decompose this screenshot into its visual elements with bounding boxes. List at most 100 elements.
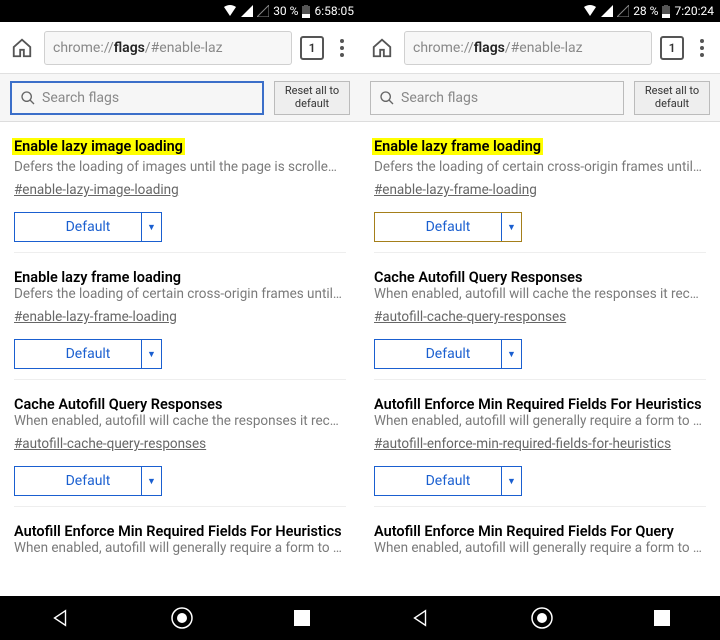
clock: 6:58:05 <box>314 4 354 18</box>
flag-desc: When enabled, autofill will cache the re… <box>14 413 346 429</box>
flag-item: Autofill Enforce Min Required Fields For… <box>374 507 706 570</box>
search-input[interactable]: Search flags <box>10 81 264 115</box>
search-placeholder: Search flags <box>401 90 478 106</box>
signal-icon <box>241 5 253 17</box>
search-placeholder: Search flags <box>42 90 119 106</box>
flag-select-value: Default <box>426 219 471 235</box>
battery-percent: 30 % <box>273 4 298 18</box>
reset-button[interactable]: Reset all to default <box>634 81 710 115</box>
flag-anchor[interactable]: #enable-lazy-frame-loading <box>374 182 537 198</box>
url-prefix: chrome:// <box>53 40 114 56</box>
tab-count[interactable]: 1 <box>660 36 684 60</box>
battery-icon <box>302 5 310 18</box>
flag-title: Cache Autofill Query Responses <box>374 269 582 286</box>
nav-bar <box>0 596 360 640</box>
omnibox[interactable]: chrome://flags/#enable-laz <box>404 31 652 65</box>
flag-title: Enable lazy frame loading <box>14 269 181 286</box>
chevron-down-icon: ▼ <box>141 213 161 241</box>
search-row: Search flags Reset all to default <box>0 74 360 122</box>
signal-icon-2 <box>257 5 269 17</box>
flag-item: Cache Autofill Query ResponsesWhen enabl… <box>374 253 706 380</box>
flag-item: Cache Autofill Query ResponsesWhen enabl… <box>14 380 346 507</box>
omnibox-row: chrome://flags/#enable-laz 1 <box>360 22 720 74</box>
flag-item: Enable lazy frame loadingDefers the load… <box>14 253 346 380</box>
flag-desc: When enabled, autofill will cache the re… <box>374 286 706 302</box>
recents-icon[interactable] <box>653 609 671 627</box>
home-icon[interactable] <box>530 606 554 630</box>
battery-percent: 28 % <box>633 4 658 18</box>
screen-left: 30 % 6:58:05 chrome://flags/#enable-laz … <box>0 0 360 640</box>
search-icon <box>20 90 36 106</box>
status-bar: 30 % 6:58:05 <box>0 0 360 22</box>
chevron-down-icon: ▼ <box>141 340 161 368</box>
url-bold: flags <box>474 40 505 56</box>
flag-desc: Defers the loading of images until the p… <box>14 159 346 175</box>
flag-anchor[interactable]: #autofill-enforce-min-required-fields-fo… <box>374 436 671 452</box>
flag-item: Enable lazy frame loading Defers the load… <box>374 122 706 253</box>
menu-button[interactable] <box>692 39 712 57</box>
clock: 7:20:24 <box>674 4 714 18</box>
flag-select[interactable]: Default ▼ <box>374 466 522 496</box>
omnibox-row: chrome://flags/#enable-laz 1 <box>0 22 360 74</box>
flag-title: Enable lazy frame loading <box>374 138 541 155</box>
battery-icon <box>662 5 670 18</box>
nav-bar <box>360 596 720 640</box>
search-icon <box>379 90 395 106</box>
flag-select-value: Default <box>66 346 111 362</box>
url-bold: flags <box>114 40 145 56</box>
chevron-down-icon: ▼ <box>141 467 161 495</box>
flag-desc: When enabled, autofill will generally re… <box>374 413 706 429</box>
search-row: Search flags Reset all to default <box>360 74 720 122</box>
flag-anchor[interactable]: #enable-lazy-image-loading <box>14 182 179 198</box>
flag-desc: When enabled, autofill will generally re… <box>374 540 706 556</box>
tab-count[interactable]: 1 <box>300 36 324 60</box>
flag-select-value: Default <box>426 346 471 362</box>
flag-anchor[interactable]: #autofill-cache-query-responses <box>374 309 566 325</box>
home-button[interactable] <box>8 34 36 62</box>
flag-item: Autofill Enforce Min Required Fields For… <box>14 507 346 570</box>
home-button[interactable] <box>368 34 396 62</box>
chevron-down-icon: ▼ <box>501 340 521 368</box>
flag-desc: Defers the loading of certain cross-orig… <box>374 159 706 175</box>
url-suffix: /#enable-laz <box>145 40 223 56</box>
omnibox[interactable]: chrome://flags/#enable-laz <box>44 31 292 65</box>
url-prefix: chrome:// <box>413 40 474 56</box>
flags-list[interactable]: Enable lazy image loading Defers the load… <box>0 122 360 596</box>
back-icon[interactable] <box>409 607 431 629</box>
signal-icon-2 <box>617 5 629 17</box>
flag-select[interactable]: Default ▼ <box>374 212 522 242</box>
flag-title: Autofill Enforce Min Required Fields For… <box>14 523 342 540</box>
flag-select[interactable]: Default ▼ <box>374 339 522 369</box>
status-bar: 28 % 7:20:24 <box>360 0 720 22</box>
signal-icon <box>601 5 613 17</box>
flag-desc: Defers the loading of certain cross-orig… <box>14 286 346 302</box>
flag-select-value: Default <box>66 473 111 489</box>
recents-icon[interactable] <box>293 609 311 627</box>
wifi-icon <box>583 5 597 17</box>
flag-select[interactable]: Default ▼ <box>14 466 162 496</box>
wifi-icon <box>223 5 237 17</box>
home-icon[interactable] <box>170 606 194 630</box>
flag-select-value: Default <box>426 473 471 489</box>
flags-list[interactable]: Enable lazy frame loading Defers the load… <box>360 122 720 596</box>
chevron-down-icon: ▼ <box>501 467 521 495</box>
flag-anchor[interactable]: #enable-lazy-frame-loading <box>14 309 177 325</box>
reset-button[interactable]: Reset all to default <box>274 81 350 115</box>
flag-item: Enable lazy image loading Defers the load… <box>14 122 346 253</box>
url-suffix: /#enable-laz <box>505 40 583 56</box>
flag-item: Autofill Enforce Min Required Fields For… <box>374 380 706 507</box>
flag-title: Autofill Enforce Min Required Fields For… <box>374 523 674 540</box>
back-icon[interactable] <box>49 607 71 629</box>
flag-title: Enable lazy image loading <box>14 138 183 155</box>
chevron-down-icon: ▼ <box>501 213 521 241</box>
flag-select[interactable]: Default ▼ <box>14 212 162 242</box>
flag-title: Autofill Enforce Min Required Fields For… <box>374 396 702 413</box>
menu-button[interactable] <box>332 39 352 57</box>
flag-title: Cache Autofill Query Responses <box>14 396 222 413</box>
screen-right: 28 % 7:20:24 chrome://flags/#enable-laz … <box>360 0 720 640</box>
flag-desc: When enabled, autofill will generally re… <box>14 540 346 556</box>
search-input[interactable]: Search flags <box>370 81 624 115</box>
flag-anchor[interactable]: #autofill-cache-query-responses <box>14 436 206 452</box>
flag-select-value: Default <box>66 219 111 235</box>
flag-select[interactable]: Default ▼ <box>14 339 162 369</box>
